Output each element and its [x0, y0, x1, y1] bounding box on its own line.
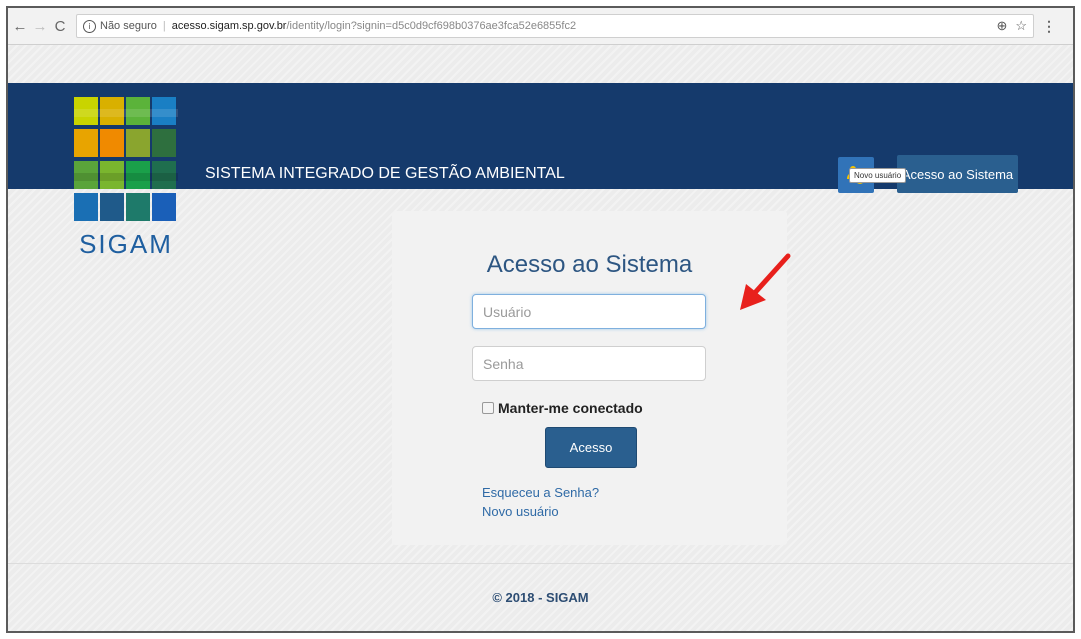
forward-icon[interactable]: →	[32, 18, 48, 35]
back-icon[interactable]: ←	[12, 18, 28, 35]
new-user-tooltip: Novo usuário	[849, 168, 907, 183]
site-title: SISTEMA INTEGRADO DE GESTÃO AMBIENTAL	[205, 165, 565, 182]
forgot-password-link[interactable]: Esqueceu a Senha?	[482, 485, 599, 500]
login-title: Acesso ao Sistema	[486, 251, 693, 278]
logo-text: SIGAM	[79, 229, 173, 259]
login-submit-button[interactable]: Acesso	[545, 427, 637, 468]
bookmark-star-icon[interactable]: ☆	[1015, 18, 1027, 34]
address-bar[interactable]: i Não seguro | acesso.sigam.sp.gov.br/id…	[76, 14, 1034, 38]
red-arrow-annotation	[740, 253, 791, 310]
new-user-link[interactable]: Novo usuário	[482, 504, 559, 519]
footer-copyright: © 2018 - SIGAM	[492, 590, 589, 605]
info-icon[interactable]: i	[83, 19, 96, 33]
browser-window: ← → C i Não seguro | acesso.sigam.sp.gov…	[6, 6, 1075, 633]
url-path: /identity/login?signin=d5c0d9cf698b0376a…	[286, 20, 577, 32]
password-input[interactable]	[472, 346, 706, 381]
remember-me-checkbox[interactable]	[482, 402, 494, 414]
address-separator: |	[162, 20, 166, 32]
remember-me[interactable]: Manter-me conectado	[482, 400, 643, 416]
header-access-button[interactable]: Acesso ao Sistema	[897, 155, 1018, 193]
sigam-logo-grid	[74, 97, 178, 221]
footer-divider	[8, 563, 1073, 564]
remember-me-label: Manter-me conectado	[498, 400, 643, 416]
reload-icon[interactable]: C	[52, 18, 68, 35]
zoom-icon[interactable]: ⊕	[996, 18, 1007, 34]
username-input[interactable]	[472, 294, 706, 329]
browser-toolbar: ← → C i Não seguro | acesso.sigam.sp.gov…	[8, 8, 1073, 45]
security-label: Não seguro	[100, 20, 157, 32]
sigam-logo[interactable]: SIGAM	[74, 97, 178, 277]
page-body: SISTEMA INTEGRADO DE GESTÃO AMBIENTAL Ac…	[8, 45, 1073, 631]
login-panel: Acesso ao Sistema Manter-me conectado Ac…	[392, 211, 787, 545]
url-host: acesso.sigam.sp.gov.br	[171, 20, 287, 32]
browser-menu-icon[interactable]: ⋮	[1042, 18, 1056, 35]
